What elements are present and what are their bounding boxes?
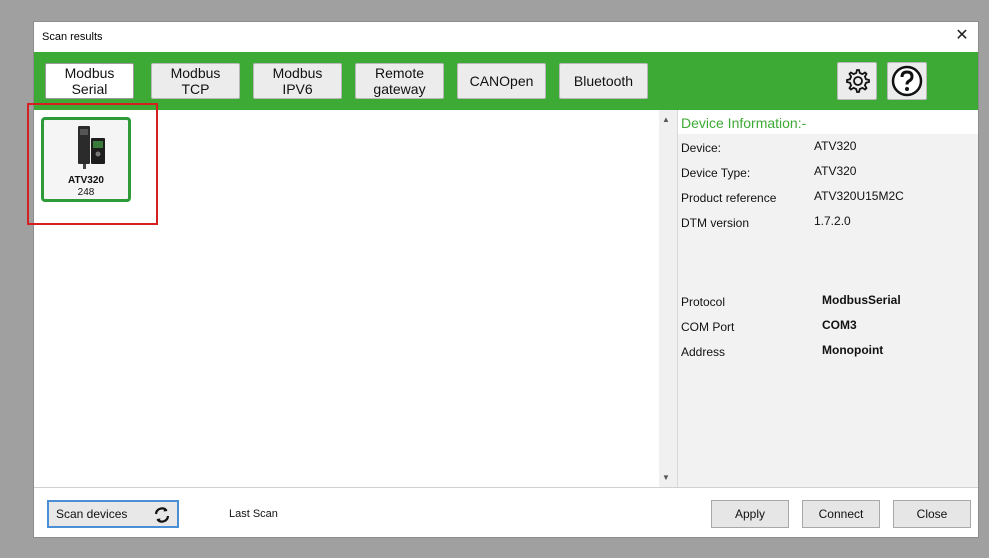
title-bar: Scan results ✕ [34, 22, 978, 52]
settings-button[interactable] [837, 62, 877, 100]
help-button[interactable] [887, 62, 927, 100]
help-icon [891, 65, 923, 97]
info-value-device-type: ATV320 [814, 164, 857, 178]
info-value-device: ATV320 [814, 139, 857, 153]
scroll-up-icon[interactable]: ▲ [662, 115, 670, 124]
info-value-product-reference: ATV320U15M2C [814, 189, 904, 203]
info-label-device-type: Device Type: [681, 166, 751, 180]
protocol-tab-canopen[interactable]: CANOpen [457, 63, 546, 99]
window-title: Scan results [42, 31, 103, 43]
info-label-com-port: COM Port [681, 320, 735, 334]
apply-button[interactable]: Apply [711, 500, 789, 528]
info-label-product-reference: Product reference [681, 191, 777, 205]
protocol-tab-modbus-tcp[interactable]: Modbus TCP [151, 63, 240, 99]
info-label-address: Address [681, 345, 726, 359]
info-label-device: Device: [681, 141, 722, 155]
bottom-bar: Scan devices Last Scan Apply Connect Clo… [34, 487, 978, 537]
scan-devices-label: Scan devices [56, 507, 128, 521]
info-value-protocol: ModbusSerial [822, 293, 901, 307]
info-value-address: Monopoint [822, 343, 884, 357]
device-info-pane: Device Information:- Device: ATV320 Devi… [677, 110, 978, 487]
protocol-tab-remote-gateway[interactable]: Remote gateway [355, 63, 444, 99]
protocol-tab-bluetooth[interactable]: Bluetooth [559, 63, 648, 99]
protocol-tab-modbus-serial[interactable]: Modbus Serial [45, 63, 134, 99]
scroll-down-icon[interactable]: ▼ [662, 473, 670, 482]
protocol-tab-modbus-ipv6[interactable]: Modbus IPV6 [253, 63, 342, 99]
device-list-pane: ATV320 248 [27, 103, 659, 487]
connect-button[interactable]: Connect [802, 500, 880, 528]
info-value-dtm-version: 1.7.2.0 [814, 214, 851, 228]
device-info-header: Device Information:- [678, 110, 978, 134]
scan-results-window: Scan results ✕ Modbus Serial Modbus TCP … [27, 21, 979, 538]
device-address: 248 [77, 187, 95, 198]
gear-icon [846, 69, 870, 93]
scan-devices-button[interactable]: Scan devices [47, 500, 179, 528]
drive-device-icon [78, 126, 105, 169]
refresh-icon [154, 507, 170, 523]
info-label-dtm-version: DTM version [681, 216, 750, 230]
close-button[interactable]: Close [893, 500, 971, 528]
info-value-com-port: COM3 [822, 318, 857, 332]
info-label-protocol: Protocol [681, 295, 726, 309]
device-tile-atv320[interactable]: ATV320 248 [41, 117, 131, 202]
content-area: ATV320 248 ▲ ▼ Device Information:- Devi… [27, 103, 978, 487]
scrollbar[interactable]: ▲ ▼ [659, 110, 677, 487]
last-scan-label: Last Scan [229, 508, 278, 520]
protocol-toolbar: Modbus Serial Modbus TCP Modbus IPV6 Rem… [34, 52, 978, 110]
close-icon[interactable]: ✕ [952, 26, 972, 46]
device-name: ATV320 [68, 175, 104, 186]
